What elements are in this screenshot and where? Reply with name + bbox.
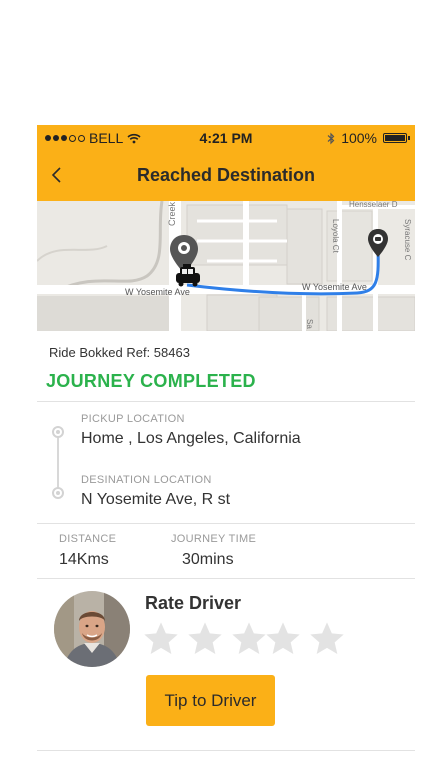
- route-map[interactable]: W Yosemite Ave W Yosemite Ave Creek Hens…: [37, 201, 415, 331]
- pickup-value: Home , Los Angeles, California: [81, 430, 301, 447]
- journey-time-value: 30mins: [182, 551, 234, 568]
- map-canvas: W Yosemite Ave W Yosemite Ave Creek Hens…: [37, 201, 415, 331]
- map-sa-label: Sa: [305, 319, 314, 329]
- nav-bar: Reached Destination: [37, 151, 415, 201]
- star-icon[interactable]: [185, 619, 225, 659]
- pickup-dot-icon: [52, 426, 64, 438]
- pickup-label: PICKUP LOCATION: [81, 413, 185, 425]
- destination-dot-icon: [52, 487, 64, 499]
- star-icon[interactable]: [141, 619, 181, 659]
- journey-time-label: JOURNEY TIME: [171, 533, 257, 545]
- divider: [37, 523, 415, 524]
- destination-value: N Yosemite Ave, R st: [81, 491, 231, 508]
- page-title: Reached Destination: [136, 165, 316, 185]
- rate-driver-title: Rate Driver: [145, 593, 242, 613]
- map-creek-label: Creek: [167, 201, 177, 226]
- destination-label: DESINATION LOCATION: [81, 474, 212, 486]
- divider: [37, 750, 415, 751]
- bluetooth-icon: [327, 132, 335, 144]
- ride-ref-value: 58463: [153, 345, 190, 360]
- distance-value: 14Kms: [59, 551, 109, 568]
- driver-avatar: [54, 591, 130, 667]
- ride-ref-label: Ride Bokked Ref:: [49, 345, 151, 360]
- status-right: 100%: [327, 130, 410, 146]
- distance-label: DISTANCE: [59, 533, 117, 545]
- map-street-label-2: W Yosemite Ave: [302, 282, 367, 292]
- map-street-label: W Yosemite Ave: [125, 287, 190, 297]
- map-syracuse-label: Syracuse C: [403, 219, 412, 261]
- ride-reference: Ride Bokked Ref: 58463: [49, 345, 190, 360]
- battery-percent: 100%: [341, 130, 377, 146]
- rating-stars[interactable]: [141, 619, 347, 659]
- star-icon[interactable]: [263, 619, 303, 659]
- phone-screen: BELL 4:21 PM 100% Reached Destination W …: [37, 125, 415, 760]
- divider: [37, 578, 415, 579]
- divider: [37, 401, 415, 402]
- journey-status: JOURNEY COMPLETED: [46, 371, 256, 391]
- tip-driver-button[interactable]: Tip to Driver: [146, 675, 275, 726]
- status-bar: BELL 4:21 PM 100%: [37, 125, 415, 151]
- map-loyola-label: Loyola Ct: [331, 219, 340, 254]
- map-hensselaer-label: Hensselaer D: [349, 201, 398, 209]
- battery-icon: [383, 133, 410, 143]
- star-icon[interactable]: [307, 619, 347, 659]
